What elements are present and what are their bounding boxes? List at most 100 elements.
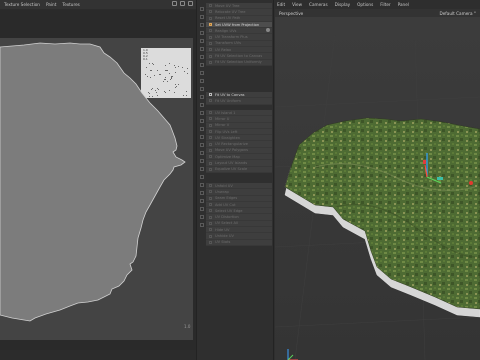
tool-icon[interactable] bbox=[200, 15, 204, 19]
command-label: Unhide UV bbox=[215, 234, 234, 239]
tool-icon[interactable] bbox=[200, 127, 204, 131]
tool-icon[interactable] bbox=[200, 143, 204, 147]
command-label: Fit UV Selection Uniformly bbox=[215, 60, 262, 65]
tool-icon[interactable] bbox=[200, 7, 204, 11]
command-label: UV Transform Plus bbox=[215, 35, 248, 40]
menu-cameras[interactable]: Cameras bbox=[309, 2, 328, 7]
command-label: Set UVW from Projection bbox=[215, 22, 260, 27]
menu-options[interactable]: Options bbox=[357, 2, 373, 7]
tool-icon[interactable] bbox=[200, 39, 204, 43]
tool-icon[interactable] bbox=[200, 135, 204, 139]
command-icon bbox=[209, 209, 212, 213]
tool-icon[interactable] bbox=[200, 31, 204, 35]
command-icon bbox=[209, 10, 212, 14]
tool-icon[interactable] bbox=[200, 71, 204, 75]
tool-icon[interactable] bbox=[200, 207, 204, 211]
command-group-islands: UV Island 1 Mirror U Mirror V Flip UVs Left… bbox=[206, 110, 272, 173]
command-label: Add UV Cut bbox=[215, 202, 236, 207]
tool-icon[interactable] bbox=[200, 87, 204, 91]
uv-island-outline[interactable] bbox=[0, 42, 186, 322]
command-label: Layout UV Islands bbox=[215, 161, 248, 166]
command-label: UV Stats bbox=[215, 240, 231, 245]
marker-dot-icon[interactable] bbox=[469, 181, 473, 185]
menu-panel[interactable]: Panel bbox=[398, 2, 409, 7]
viewport-panel: Edit View Cameras Display Options Filter… bbox=[274, 0, 480, 360]
command-label: Fit UV Uniform bbox=[215, 98, 241, 103]
command-group-fit: Fit UV to Canvas Fit UV Uniform bbox=[206, 92, 272, 105]
command-label: UV Relax bbox=[215, 47, 232, 52]
command-icon bbox=[209, 48, 212, 52]
tool-icon[interactable] bbox=[200, 199, 204, 203]
command-icon bbox=[209, 4, 212, 8]
tool-icon[interactable] bbox=[200, 175, 204, 179]
command-icon bbox=[209, 29, 212, 33]
tool-icon[interactable] bbox=[200, 111, 204, 115]
tool-icon[interactable] bbox=[200, 95, 204, 99]
command-icon bbox=[209, 184, 212, 188]
command-label: Realign UVs bbox=[215, 28, 237, 33]
command-item[interactable]: UV Stats bbox=[206, 240, 272, 246]
command-icon bbox=[209, 35, 212, 39]
terrain-scene[interactable] bbox=[274, 17, 480, 360]
tool-icon[interactable] bbox=[200, 215, 204, 219]
command-label: Select UV Edge bbox=[215, 208, 243, 213]
command-item[interactable]: Fit UV Selection Uniformly bbox=[206, 60, 272, 66]
command-icon bbox=[209, 221, 212, 225]
command-icon bbox=[209, 123, 212, 127]
tool-icon[interactable] bbox=[200, 63, 204, 67]
command-label: UV Straighten bbox=[215, 135, 241, 140]
viewport-header: Perspective Default Camera ° bbox=[275, 9, 480, 17]
command-label: Transform UVs bbox=[215, 41, 241, 46]
command-icon bbox=[209, 196, 212, 200]
command-icon bbox=[209, 130, 212, 134]
command-label: UV Select All bbox=[215, 221, 238, 226]
tool-icon[interactable] bbox=[200, 23, 204, 27]
tool-icon[interactable] bbox=[200, 191, 204, 195]
uv-island-shape[interactable] bbox=[0, 0, 196, 360]
command-icon bbox=[209, 41, 212, 45]
menu-display[interactable]: Display bbox=[335, 2, 350, 7]
camera-selector[interactable]: Default Camera ° bbox=[440, 11, 477, 16]
command-icon bbox=[209, 23, 212, 27]
command-icon bbox=[209, 215, 212, 219]
command-icon bbox=[209, 148, 212, 152]
tool-icon[interactable] bbox=[200, 119, 204, 123]
command-icon bbox=[209, 190, 212, 194]
tool-icon[interactable] bbox=[200, 223, 204, 227]
view-name: Perspective bbox=[279, 10, 304, 16]
tool-icon[interactable] bbox=[200, 47, 204, 51]
tool-icon[interactable] bbox=[200, 55, 204, 59]
command-icon bbox=[209, 240, 212, 244]
command-label: Hide UV bbox=[215, 227, 230, 232]
menu-edit[interactable]: Edit bbox=[277, 2, 285, 7]
command-label: Mirror V bbox=[215, 123, 230, 128]
command-item[interactable]: Fit UV Uniform bbox=[206, 98, 272, 105]
tool-icon[interactable] bbox=[200, 183, 204, 187]
tool-icon[interactable] bbox=[200, 151, 204, 155]
command-item[interactable]: Equalize UV Scale bbox=[206, 167, 272, 173]
viewport-menubar: Edit View Cameras Display Options Filter… bbox=[275, 0, 480, 9]
command-label: Reset UV Path bbox=[215, 16, 241, 21]
tool-icon[interactable] bbox=[200, 167, 204, 171]
command-label: Seam Edges bbox=[215, 196, 238, 201]
command-group-unwrap: Unfold UV Unwrap Seam Edges Add UV Cut Selec… bbox=[206, 183, 272, 246]
uv-coordinate-readout: 1.0 bbox=[184, 324, 191, 329]
tool-icon[interactable] bbox=[200, 103, 204, 107]
command-label: Fit UV to Canvas bbox=[215, 92, 245, 97]
command-label: Move UV Tree bbox=[215, 3, 240, 8]
scroll-handle[interactable] bbox=[266, 28, 270, 32]
command-icon bbox=[209, 167, 212, 171]
command-label: Flip UVs Left bbox=[215, 129, 238, 134]
perspective-viewport[interactable] bbox=[274, 17, 480, 360]
command-icon bbox=[209, 117, 212, 121]
command-icon bbox=[209, 111, 212, 115]
tool-strip bbox=[199, 4, 205, 259]
menu-filter[interactable]: Filter bbox=[380, 2, 390, 7]
command-icon bbox=[209, 161, 212, 165]
tool-icon[interactable] bbox=[200, 159, 204, 163]
command-label: UV Island 1 bbox=[215, 110, 236, 115]
command-label: Mirror U bbox=[215, 116, 230, 121]
tool-icon[interactable] bbox=[200, 79, 204, 83]
menu-view[interactable]: View bbox=[292, 2, 302, 7]
command-icon bbox=[209, 228, 212, 232]
